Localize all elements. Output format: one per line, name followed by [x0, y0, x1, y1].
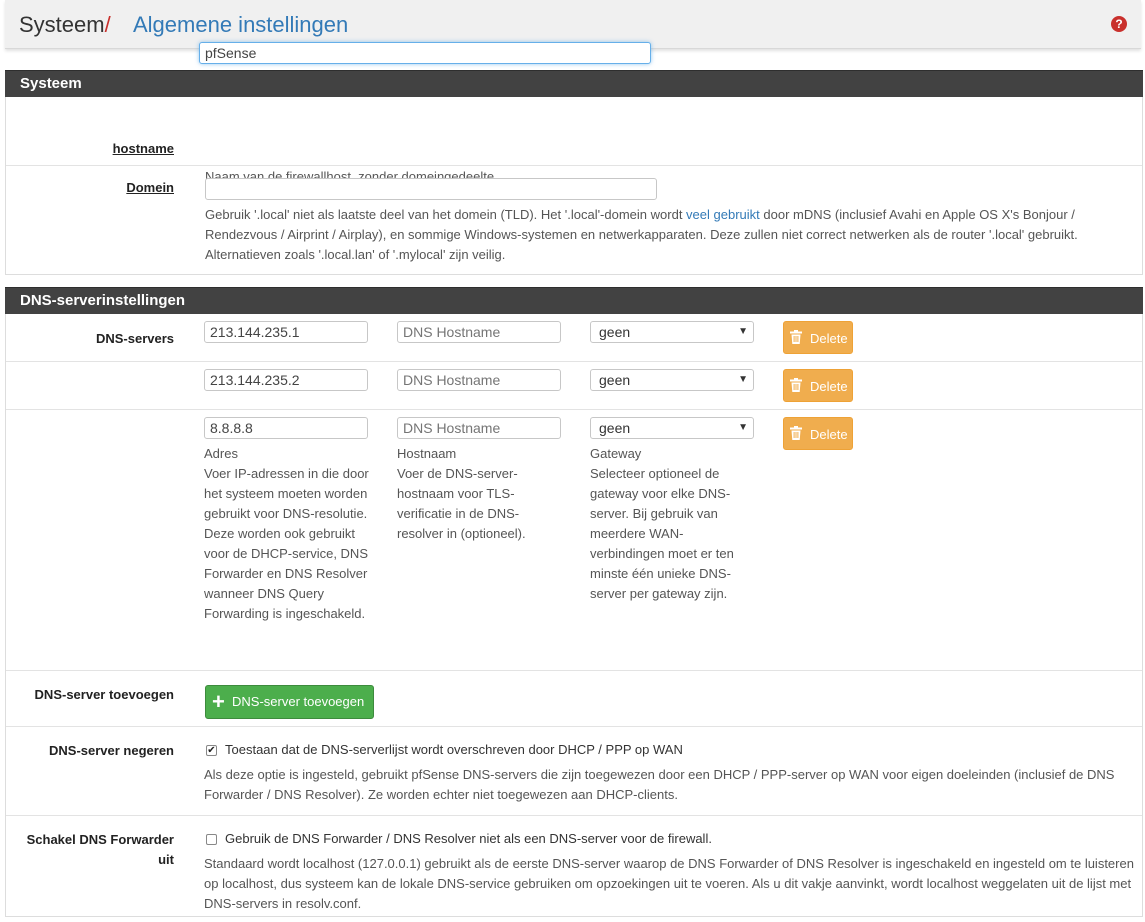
- gateway-col-help-text: Selecteer optioneel de gateway voor elke…: [590, 466, 734, 601]
- trash-icon: [790, 426, 802, 440]
- address-help: Adres Voer IP-adressen in die door het s…: [204, 444, 372, 624]
- disable-forwarder-row: Schakel DNS Forwarder uit Gebruik de DNS…: [6, 815, 1142, 916]
- hostname-input[interactable]: [199, 42, 651, 64]
- delete-button[interactable]: Delete: [783, 321, 853, 354]
- dns-server-row: DNS-servers geen ▼ Delete: [6, 314, 1142, 361]
- hostname-col-help: Hostnaam Voer de DNS-server-hostnaam voo…: [397, 444, 547, 544]
- plus-icon: +: [212, 689, 225, 714]
- breadcrumb-root-label[interactable]: Systeem: [19, 12, 105, 37]
- dns-override-help: Als deze optie is ingesteld, gebruikt pf…: [204, 767, 1115, 802]
- disable-forwarder-checkbox[interactable]: [206, 834, 217, 845]
- delete-label: Delete: [810, 331, 848, 346]
- add-dns-server-button[interactable]: + DNS-server toevoegen: [205, 685, 374, 719]
- dns-panel-title: DNS-serverinstellingen: [5, 287, 1143, 314]
- add-dns-label: DNS-server toevoegen: [34, 687, 174, 702]
- chevron-down-icon: ▼: [738, 374, 748, 385]
- chevron-down-icon: ▼: [738, 422, 748, 433]
- dns-gateway-value: geen: [599, 372, 631, 388]
- dns-hostname-input[interactable]: [397, 417, 561, 439]
- address-help-title: Adres: [204, 446, 238, 461]
- system-panel: Systeem hostname Naam van de firewallhos…: [5, 42, 1143, 275]
- domain-help-link[interactable]: veel gebruikt: [686, 207, 760, 222]
- gateway-col-help: Gateway Selecteer optioneel de gateway v…: [590, 444, 750, 604]
- dns-gateway-value: geen: [599, 324, 631, 340]
- checkmark-icon: ✔: [207, 745, 216, 756]
- disable-forwarder-checkbox-label[interactable]: Gebruik de DNS Forwarder / DNS Resolver …: [225, 831, 712, 846]
- system-panel-title: Systeem: [5, 70, 1143, 97]
- hostname-label: hostname: [112, 141, 174, 156]
- dns-server-row: geen ▼ Delete: [6, 361, 1142, 409]
- dns-server-row: geen ▼ Delete Adres Voer IP-adressen in d…: [6, 409, 1142, 670]
- delete-button[interactable]: Delete: [783, 369, 853, 402]
- breadcrumb-page[interactable]: Algemene instellingen: [133, 12, 348, 38]
- domain-label: Domein: [126, 180, 174, 195]
- dns-panel: DNS-serverinstellingen DNS-servers geen ▼…: [5, 287, 1143, 917]
- dns-hostname-input[interactable]: [397, 369, 561, 391]
- add-dns-server-button-label: DNS-server toevoegen: [232, 694, 365, 709]
- breadcrumb-root[interactable]: Systeem/: [19, 12, 111, 38]
- dns-address-input[interactable]: [204, 417, 368, 439]
- gateway-col-help-title: Gateway: [590, 446, 642, 461]
- domain-input[interactable]: [205, 178, 657, 200]
- domain-row: Domein Gebruik '.local' niet als laatste…: [6, 165, 1142, 274]
- disable-forwarder-label-line2: uit: [158, 852, 174, 867]
- dns-gateway-select[interactable]: geen ▼: [590, 369, 754, 391]
- breadcrumb-separator: /: [104, 12, 111, 37]
- dns-gateway-select[interactable]: geen ▼: [590, 417, 754, 439]
- domain-help: Gebruik '.local' niet als laatste deel v…: [205, 205, 1135, 265]
- address-help-text: Voer IP-adressen in die door het systeem…: [204, 466, 369, 621]
- hostname-col-help-text: Voer de DNS-server-hostnaam voor TLS-ver…: [397, 466, 526, 541]
- disable-forwarder-label-line1: Schakel DNS Forwarder: [26, 832, 174, 847]
- disable-forwarder-label: Schakel DNS Forwarder uit: [6, 830, 174, 870]
- dns-gateway-select[interactable]: geen ▼: [590, 321, 754, 343]
- disable-forwarder-help: Standaard wordt localhost (127.0.0.1) ge…: [204, 856, 1134, 911]
- dns-override-label: DNS-server negeren: [49, 743, 174, 758]
- hostname-row: hostname Naam van de firewallhost, zonde…: [6, 42, 1142, 184]
- delete-label: Delete: [810, 427, 848, 442]
- dns-address-input[interactable]: [204, 321, 368, 343]
- dns-servers-label: DNS-servers: [95, 331, 174, 346]
- delete-label: Delete: [810, 379, 848, 394]
- dns-hostname-input[interactable]: [397, 321, 561, 343]
- dns-override-row: DNS-server negeren ✔ Toestaan dat de DNS…: [6, 726, 1142, 815]
- add-dns-row: DNS-server toevoegen + DNS-server toevoe…: [6, 670, 1142, 726]
- dns-address-input[interactable]: [204, 369, 368, 391]
- help-icon[interactable]: ?: [1111, 16, 1127, 32]
- chevron-down-icon: ▼: [738, 326, 748, 337]
- domain-help-text-1: Gebruik '.local' niet als laatste deel v…: [205, 207, 687, 222]
- dns-gateway-value: geen: [599, 420, 631, 436]
- hostname-col-help-title: Hostnaam: [397, 446, 457, 461]
- trash-icon: [790, 330, 802, 344]
- dns-override-checkbox-label[interactable]: Toestaan dat de DNS-serverlijst wordt ov…: [225, 742, 683, 757]
- dns-override-checkbox[interactable]: ✔: [206, 745, 217, 756]
- trash-icon: [790, 378, 802, 392]
- delete-button[interactable]: Delete: [783, 417, 853, 450]
